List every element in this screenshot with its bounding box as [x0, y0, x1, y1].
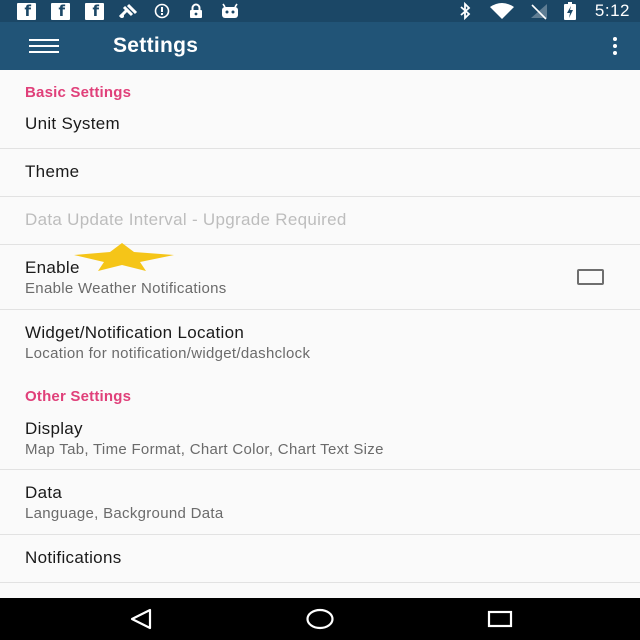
hamburger-menu-icon[interactable]: [0, 22, 88, 70]
data-saver-icon: [152, 3, 172, 19]
divider: [0, 469, 640, 470]
facebook-icon: f: [16, 2, 36, 20]
pref-title: Notifications: [25, 548, 122, 567]
no-signal-icon: [529, 3, 549, 20]
app-bar: Settings: [0, 22, 640, 70]
star-icon: [74, 243, 174, 271]
home-circle-icon[interactable]: [306, 608, 334, 630]
section-header-basic: Basic Settings: [25, 84, 132, 101]
status-bar: f f f 5:12: [0, 0, 640, 22]
pref-data[interactable]: Data Language, Background Data: [0, 483, 640, 522]
navigation-bar: [0, 598, 640, 640]
lock-icon: [186, 3, 206, 19]
divider: [0, 309, 640, 310]
pref-notifications[interactable]: Notifications: [0, 548, 640, 568]
pref-widget-location[interactable]: Widget/Notification Location Location fo…: [0, 323, 640, 362]
pref-title: Theme: [25, 162, 80, 181]
pref-summary: Location for notification/widget/dashclo…: [25, 345, 311, 362]
more-vert-icon[interactable]: [610, 34, 620, 58]
battery-charging-icon: [563, 2, 577, 20]
pref-summary: Language, Background Data: [25, 505, 224, 522]
status-bar-time: 5:12: [594, 1, 630, 20]
divider: [0, 148, 640, 149]
recents-square-icon[interactable]: [487, 608, 513, 630]
status-bar-left: f f f: [16, 2, 240, 20]
facebook-icon: f: [50, 2, 70, 20]
back-triangle-icon[interactable]: [129, 608, 153, 630]
bluetooth-icon: [455, 2, 475, 20]
satellite-icon: [118, 3, 138, 19]
enable-notifications-checkbox[interactable]: [577, 269, 604, 285]
divider: [0, 582, 640, 583]
pref-title: Unit System: [25, 114, 120, 133]
pref-summary: Enable Weather Notifications: [25, 280, 227, 297]
settings-list: Basic Settings Unit System Theme Data Up…: [0, 70, 640, 598]
pref-title: Widget/Notification Location: [25, 323, 245, 342]
android-icon: [220, 3, 240, 19]
wifi-icon: [489, 3, 515, 19]
page-title: Settings: [113, 34, 199, 57]
facebook-icon: f: [84, 2, 104, 20]
pref-summary: Map Tab, Time Format, Chart Color, Chart…: [25, 441, 384, 458]
pref-theme[interactable]: Theme: [0, 162, 640, 182]
divider: [0, 196, 640, 197]
pref-display[interactable]: Display Map Tab, Time Format, Chart Colo…: [0, 419, 640, 458]
pref-unit-system[interactable]: Unit System: [0, 114, 640, 134]
pref-data-update-interval: Data Update Interval - Upgrade Required: [0, 210, 640, 230]
section-header-other: Other Settings: [25, 388, 132, 405]
pref-title: Display: [25, 419, 83, 438]
pref-title: Data: [25, 483, 63, 502]
pref-title: Data Update Interval - Upgrade Required: [25, 210, 347, 229]
status-bar-right: 5:12: [455, 1, 630, 21]
divider: [0, 534, 640, 535]
